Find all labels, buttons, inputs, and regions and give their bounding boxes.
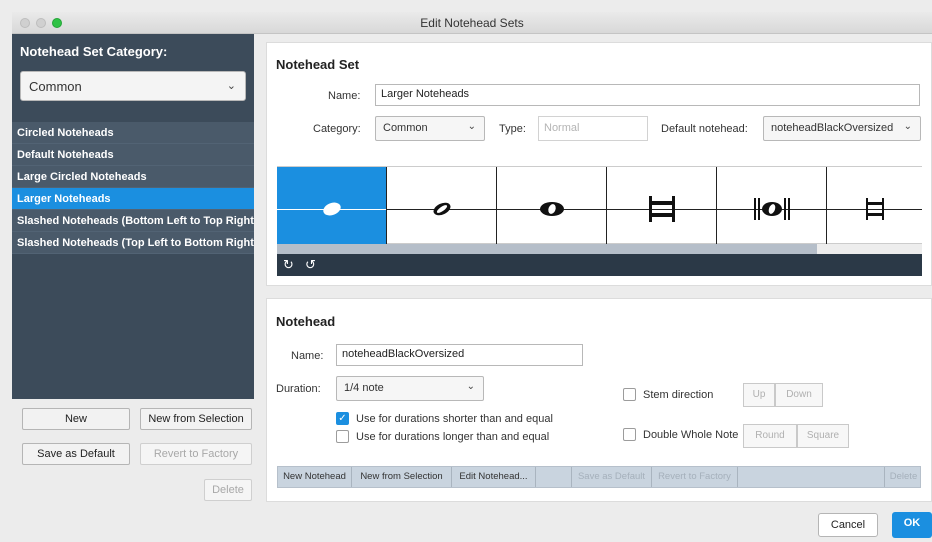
set-category-select[interactable]: Common ⌄ xyxy=(375,116,485,141)
list-item[interactable]: Slashed Noteheads (Bottom Left to Top Ri… xyxy=(12,210,254,232)
half-notehead-icon xyxy=(433,202,450,216)
shorter-durations-label: Use for durations shorter than and equal xyxy=(356,413,553,425)
notehead-cell-selected[interactable] xyxy=(277,167,387,245)
notehead-title: Notehead xyxy=(276,314,336,329)
list-item[interactable]: Circled Noteheads xyxy=(12,122,254,144)
stem-up-button[interactable]: Up xyxy=(743,383,775,407)
chevron-down-icon: ⌄ xyxy=(226,80,236,92)
edit-notehead-button[interactable]: Edit Notehead... xyxy=(452,467,536,487)
duration-value: 1/4 note xyxy=(344,382,384,394)
double-whole-notehead-icon xyxy=(753,198,790,220)
filled-notehead-icon xyxy=(322,202,341,216)
duration-label: Duration: xyxy=(276,383,321,395)
list-item[interactable]: Slashed Noteheads (Top Left to Bottom Ri… xyxy=(12,232,254,254)
notehead-delete-button[interactable]: Delete xyxy=(884,467,922,487)
toolbar-spacer xyxy=(536,467,572,487)
round-button[interactable]: Round xyxy=(743,424,797,448)
window-title: Edit Notehead Sets xyxy=(420,16,524,30)
new-set-from-selection-button[interactable]: New from Selection xyxy=(140,408,252,430)
new-set-button[interactable]: New xyxy=(22,408,130,430)
set-type-field: Normal xyxy=(538,116,648,141)
whole-notehead-icon xyxy=(539,202,564,216)
new-notehead-button[interactable]: New Notehead xyxy=(278,467,352,487)
scrollbar-thumb[interactable] xyxy=(277,244,817,254)
set-type-label: Type: xyxy=(499,123,526,135)
chevron-down-icon: ⌄ xyxy=(467,121,476,132)
delete-set-button[interactable]: Delete xyxy=(204,479,252,501)
notehead-toolbar: New Notehead New from Selection Edit Not… xyxy=(277,466,921,488)
notehead-set-title: Notehead Set xyxy=(276,57,360,72)
double-whole-note-label: Double Whole Note xyxy=(643,429,739,441)
save-as-default-button[interactable]: Save as Default xyxy=(22,443,130,465)
shorter-durations-checkbox[interactable]: ✓ xyxy=(336,412,349,425)
set-category-value: Common xyxy=(383,122,428,134)
square-button[interactable]: Square xyxy=(797,424,849,448)
set-name-label: Name: xyxy=(328,90,361,102)
chevron-down-icon: ⌄ xyxy=(466,381,475,392)
notehead-strip xyxy=(277,166,922,245)
chevron-down-icon: ⌄ xyxy=(903,121,912,132)
revert-to-factory-button[interactable]: Revert to Factory xyxy=(140,443,252,465)
double-whole-note-checkbox[interactable] xyxy=(623,428,636,441)
cancel-button[interactable]: Cancel xyxy=(818,513,878,537)
notehead-revert-to-factory-button[interactable]: Revert to Factory xyxy=(652,467,738,487)
category-select[interactable]: Common ⌄ xyxy=(20,71,246,101)
list-item-selected[interactable]: Larger Noteheads xyxy=(12,188,254,210)
notehead-cell[interactable] xyxy=(827,167,922,245)
category-label: Notehead Set Category: xyxy=(20,44,168,59)
strip-toolbar: ↻ ↺ xyxy=(277,254,922,276)
new-notehead-from-selection-button[interactable]: New from Selection xyxy=(352,467,452,487)
longer-durations-label: Use for durations longer than and equal xyxy=(356,431,550,443)
notehead-cell[interactable] xyxy=(717,167,827,245)
square-notehead-icon xyxy=(865,198,884,220)
title-bar: Edit Notehead Sets xyxy=(12,12,932,34)
list-item[interactable]: Large Circled Noteheads xyxy=(12,166,254,188)
reset-icon[interactable]: ↺ xyxy=(305,257,316,273)
notehead-cell[interactable] xyxy=(607,167,717,245)
notehead-cell[interactable] xyxy=(497,167,607,245)
default-notehead-value: noteheadBlackOversized xyxy=(771,122,894,134)
notehead-set-list: Circled Noteheads Default Noteheads Larg… xyxy=(12,122,254,254)
notehead-cell[interactable] xyxy=(387,167,497,245)
stem-direction-label: Stem direction xyxy=(643,389,714,401)
default-notehead-select[interactable]: noteheadBlackOversized ⌄ xyxy=(763,116,921,141)
longer-durations-checkbox[interactable] xyxy=(336,430,349,443)
stem-down-button[interactable]: Down xyxy=(775,383,823,407)
square-breve-notehead-icon xyxy=(648,196,675,222)
notehead-name-input[interactable]: noteheadBlackOversized xyxy=(336,344,583,366)
notehead-save-as-default-button[interactable]: Save as Default xyxy=(572,467,652,487)
stem-direction-checkbox[interactable] xyxy=(623,388,636,401)
sidebar: Notehead Set Category: Common ⌄ Circled … xyxy=(12,34,254,399)
set-name-input[interactable]: Larger Noteheads xyxy=(375,84,920,106)
set-category-label: Category: xyxy=(313,123,361,135)
rotate-icon[interactable]: ↻ xyxy=(283,257,294,273)
notehead-name-label: Name: xyxy=(291,350,324,362)
category-select-value: Common xyxy=(29,79,82,94)
default-notehead-label: Default notehead: xyxy=(661,123,748,135)
list-item[interactable]: Default Noteheads xyxy=(12,144,254,166)
duration-select[interactable]: 1/4 note ⌄ xyxy=(336,376,484,401)
ok-button[interactable]: OK xyxy=(892,512,932,538)
notehead-strip-scrollbar[interactable] xyxy=(277,244,922,254)
